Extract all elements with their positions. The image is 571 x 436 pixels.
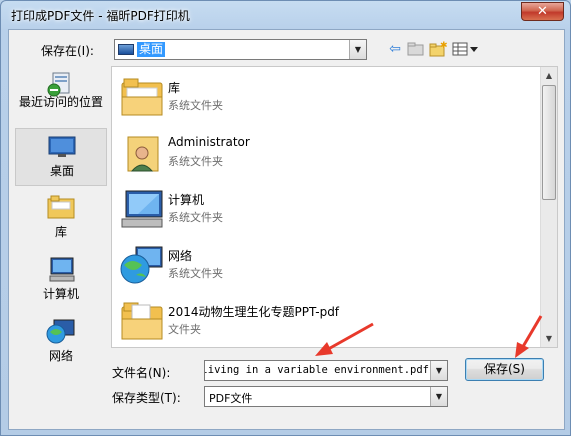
file-name-input[interactable]: a living in a variable environment.pdf ▼ xyxy=(204,360,448,381)
place-label: 库 xyxy=(54,225,67,239)
vertical-scrollbar[interactable]: ▲ ▼ xyxy=(540,67,557,347)
title-bar[interactable]: 打印成PDF文件 - 福昕PDF打印机 ✕ xyxy=(1,1,570,29)
desktop-icon xyxy=(48,136,76,157)
file-item-network[interactable]: 网络 系统文件夹 xyxy=(112,237,542,293)
file-item-administrator[interactable]: Administrator 系统文件夹 xyxy=(112,125,542,181)
user-folder-icon xyxy=(127,136,159,172)
network-icon xyxy=(46,319,75,344)
network-icon xyxy=(120,246,163,284)
place-desktop[interactable]: 桌面 xyxy=(15,128,107,186)
close-icon: ✕ xyxy=(537,4,548,19)
file-type-dropdown[interactable]: PDF文件 ▼ xyxy=(204,386,448,407)
file-name: 网络 xyxy=(168,249,193,263)
save-button[interactable]: 保存(S) xyxy=(465,358,544,381)
back-arrow-icon[interactable]: ⇦ xyxy=(386,41,404,57)
file-name: Administrator xyxy=(168,135,250,149)
file-type: 系统文件夹 xyxy=(168,267,223,280)
file-name-value: a living in a variable environment.pdf xyxy=(204,364,429,376)
view-menu-icon[interactable] xyxy=(452,41,480,57)
save-dialog: 打印成PDF文件 - 福昕PDF打印机 ✕ 保存在(I): 桌面 ▼ ⇦ ✱ 最… xyxy=(0,0,571,436)
file-list[interactable]: 库 系统文件夹 Administrator 系统文件夹 计算机 系统文件夹 网络… xyxy=(111,66,558,348)
chevron-down-icon[interactable]: ▼ xyxy=(430,387,447,406)
save-in-value: 桌面 xyxy=(137,42,166,57)
chevron-down-icon[interactable]: ▼ xyxy=(349,40,366,59)
library-icon xyxy=(47,195,75,219)
chevron-down-icon[interactable]: ▼ xyxy=(430,361,447,380)
file-type: 系统文件夹 xyxy=(168,155,223,168)
svg-text:✱: ✱ xyxy=(440,41,447,51)
desktop-small-icon xyxy=(118,44,134,55)
file-type-value: PDF文件 xyxy=(209,392,253,405)
place-label: 最近访问的位置 xyxy=(18,95,103,109)
place-label: 计算机 xyxy=(42,287,79,301)
place-recent[interactable]: 最近访问的位置 xyxy=(15,66,107,124)
close-button[interactable]: ✕ xyxy=(521,2,564,21)
save-in-dropdown[interactable]: 桌面 ▼ xyxy=(114,39,367,60)
new-folder-icon[interactable]: ✱ xyxy=(429,41,448,57)
file-name: 库 xyxy=(168,81,181,95)
place-network[interactable]: 网络 xyxy=(15,314,107,372)
file-name: 计算机 xyxy=(168,193,205,207)
file-item-libraries[interactable]: 库 系统文件夹 xyxy=(112,69,542,125)
file-type: 系统文件夹 xyxy=(168,99,223,112)
file-type: 文件夹 xyxy=(168,323,201,336)
file-name: 2014动物生理生化专题PPT-pdf xyxy=(168,305,340,319)
recent-places-icon xyxy=(47,72,70,97)
scroll-up-icon[interactable]: ▲ xyxy=(541,67,557,84)
file-name-label: 文件名(N): xyxy=(112,366,171,380)
up-folder-icon[interactable] xyxy=(407,41,425,57)
place-label: 桌面 xyxy=(49,164,74,178)
file-item-folder[interactable]: 2014动物生理生化专题PPT-pdf 文件夹 xyxy=(112,293,542,347)
library-icon xyxy=(121,78,163,116)
computer-icon xyxy=(49,257,75,282)
file-type: 系统文件夹 xyxy=(168,211,223,224)
places-bar: 最近访问的位置 桌面 库 计算机 网络 xyxy=(15,66,107,363)
scroll-thumb[interactable] xyxy=(542,85,556,200)
dialog-body: 保存在(I): 桌面 ▼ ⇦ ✱ 最近访问的位置 桌面 库 计算机 网络 库 系… xyxy=(8,29,565,430)
window-title: 打印成PDF文件 - 福昕PDF打印机 xyxy=(11,9,190,23)
file-type-label: 保存类型(T): xyxy=(112,391,181,405)
scroll-down-icon[interactable]: ▼ xyxy=(541,330,557,347)
file-item-computer[interactable]: 计算机 系统文件夹 xyxy=(112,181,542,237)
computer-icon xyxy=(121,190,163,228)
place-computer[interactable]: 计算机 xyxy=(15,252,107,310)
place-label: 网络 xyxy=(48,349,73,363)
folder-icon xyxy=(121,302,163,340)
save-in-label: 保存在(I): xyxy=(41,44,94,58)
place-libraries[interactable]: 库 xyxy=(15,190,107,248)
